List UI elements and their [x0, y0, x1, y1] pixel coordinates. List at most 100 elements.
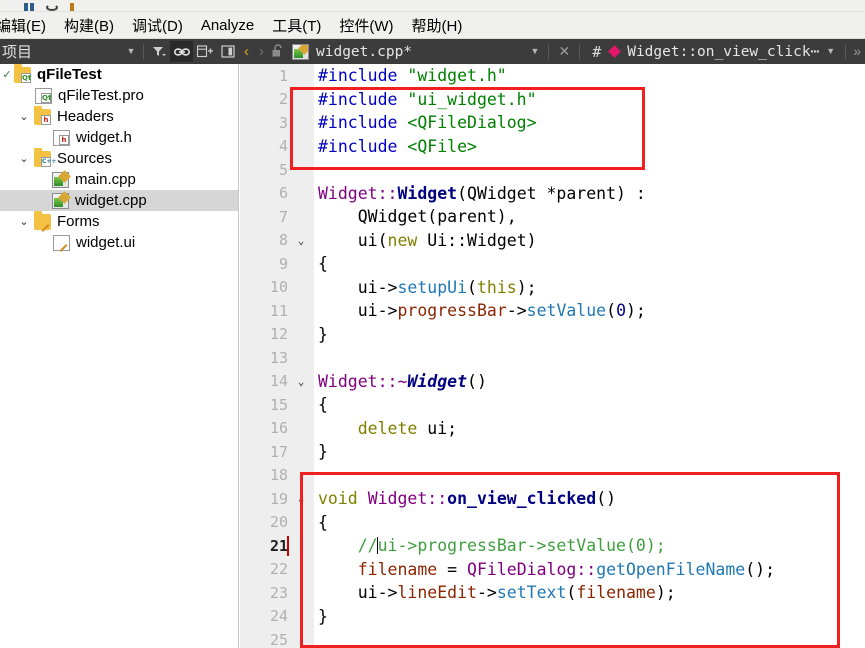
code-line[interactable]: 16 delete ui;	[240, 417, 865, 441]
code-line[interactable]: 12}	[240, 323, 865, 347]
tree-item-widget-h[interactable]: h widget.h	[0, 127, 238, 148]
navigate-forward-icon[interactable]: ›	[254, 39, 269, 64]
symbol-selector-label[interactable]: Widget::on_view_click⋯	[627, 44, 819, 60]
code-line[interactable]: 13	[240, 346, 865, 370]
code-line-text: #include <QFile>	[318, 136, 477, 156]
navigate-back-icon[interactable]: ‹	[239, 39, 254, 64]
pro-file-icon: Qt	[35, 87, 52, 104]
filter-icon[interactable]	[147, 41, 170, 62]
code-line[interactable]: 10 ui->setupUi(this);	[240, 276, 865, 300]
menu-analyze-label: Analyze	[200, 16, 255, 34]
code-line-text: Widget::~Widget()	[318, 371, 487, 391]
line-number: 16	[269, 419, 288, 438]
close-icon[interactable]: ✕	[552, 39, 576, 64]
code-line[interactable]: 21 //ui->progressBar->setValue(0);	[240, 534, 865, 558]
run-debug-icon[interactable]	[45, 2, 59, 11]
code-line[interactable]: 14 ⌄ Widget::~Widget()	[240, 370, 865, 394]
tree-item-widget-ui[interactable]: widget.ui	[0, 232, 238, 253]
menu-analyze[interactable]: Analyze	[192, 14, 263, 37]
code-line[interactable]: 6 Widget::Widget(QWidget *parent) :	[240, 182, 865, 206]
top-toolbar-strip	[0, 0, 865, 12]
tree-item-main-cpp-label: main.cpp	[75, 171, 136, 188]
cpp-file-icon	[52, 192, 69, 209]
line-column-icon[interactable]: #	[583, 43, 610, 61]
menu-widgets-label: 控件(W)	[339, 17, 394, 35]
code-line[interactable]: 23 ui->lineEdit->setText(filename);	[240, 581, 865, 605]
menu-help[interactable]: 帮助(H)	[403, 12, 472, 39]
line-number: 9	[278, 254, 288, 273]
code-line-text: QWidget(parent),	[318, 207, 517, 227]
code-line[interactable]: 20 {	[240, 511, 865, 535]
tree-item-project[interactable]: ✓ Qt qFileTest	[0, 64, 238, 85]
code-line[interactable]: 1 #include "widget.h"	[240, 64, 865, 88]
toolbar-overflow-icon[interactable]: »	[849, 39, 865, 64]
unlocked-icon[interactable]	[269, 42, 289, 62]
chevron-down-icon[interactable]: ⌄	[14, 110, 34, 123]
code-line[interactable]: 17}	[240, 440, 865, 464]
tree-item-pro-file[interactable]: Qt qFileTest.pro	[0, 85, 238, 106]
tree-item-forms[interactable]: ⌄ Forms	[0, 210, 238, 232]
file-tab-label[interactable]: widget.cpp*	[316, 44, 412, 60]
symbol-selector-chevron-down-icon[interactable]: ▼	[819, 39, 842, 64]
line-number: 11	[269, 301, 288, 320]
line-number: 13	[269, 348, 288, 367]
tree-item-main-cpp[interactable]: main.cpp	[0, 169, 238, 190]
tree-item-widget-ui-label: widget.ui	[76, 234, 136, 251]
code-line[interactable]: 18	[240, 464, 865, 488]
code-line[interactable]: 22 filename = QFileDialog::getOpenFileNa…	[240, 558, 865, 582]
tree-item-forms-label: Forms	[57, 213, 100, 230]
code-line[interactable]: 4 #include <QFile>	[240, 135, 865, 159]
code-line[interactable]: 7 QWidget(parent),	[240, 205, 865, 229]
toolbar-divider-2	[548, 44, 550, 59]
expand-all-icon[interactable]	[193, 41, 216, 62]
code-line[interactable]: 24}	[240, 605, 865, 629]
menu-debug[interactable]: 调试(D)	[123, 12, 192, 39]
code-line[interactable]: 8 ⌄ ui(new Ui::Widget)	[240, 229, 865, 253]
split-pane-icon[interactable]	[216, 41, 239, 62]
tree-item-widget-cpp[interactable]: widget.cpp	[0, 190, 238, 211]
code-line-text: #include <QFileDialog>	[318, 113, 537, 133]
fold-chevron-down-icon[interactable]: ⌄	[288, 492, 314, 505]
tree-item-sources[interactable]: ⌄ C++ Sources	[0, 147, 238, 169]
code-line[interactable]: 11 ui->progressBar->setValue(0);	[240, 299, 865, 323]
tree-item-headers[interactable]: ⌄ h Headers	[0, 105, 238, 127]
chevron-down-icon[interactable]: ⌄	[14, 215, 34, 228]
menu-tools[interactable]: 工具(T)	[263, 12, 330, 39]
code-line-text: filename = QFileDialog::getOpenFileName(…	[357, 559, 776, 579]
code-line[interactable]: 19 ⌄ void Widget::on_view_clicked()	[240, 487, 865, 511]
code-editor[interactable]: 1 #include "widget.h" 2 #include "ui_widget…	[240, 64, 865, 648]
menu-widgets[interactable]: 控件(W)	[330, 12, 402, 39]
project-selector-label[interactable]: 项目	[0, 41, 32, 62]
code-line[interactable]: 15 {	[240, 393, 865, 417]
code-text-area[interactable]: 1 #include "widget.h" 2 #include "ui_widget…	[240, 64, 865, 648]
project-pane-toolbar: 项目 ▼	[0, 39, 239, 64]
code-line[interactable]: 5	[240, 158, 865, 182]
line-number: 2	[278, 90, 288, 109]
project-selector-chevron-down-icon[interactable]: ▼	[122, 39, 140, 64]
code-line-text: {	[318, 254, 328, 274]
line-number: 1	[278, 66, 288, 85]
menu-build[interactable]: 构建(B)	[55, 12, 123, 39]
file-tab-chevron-down-icon[interactable]: ▼	[525, 39, 546, 64]
menu-edit[interactable]: 编辑(E)	[0, 12, 55, 39]
code-line-text: }	[318, 442, 328, 462]
code-line-text: void Widget::on_view_clicked()	[318, 489, 617, 509]
cpp-file-icon	[292, 43, 309, 60]
code-line[interactable]: 2 #include "ui_widget.h"	[240, 88, 865, 112]
code-line[interactable]: 25	[240, 628, 865, 648]
line-number: 15	[269, 395, 288, 414]
line-number: 21	[269, 536, 288, 555]
code-line[interactable]: 3 #include <QFileDialog>	[240, 111, 865, 135]
fold-chevron-down-icon[interactable]: ⌄	[288, 234, 314, 247]
tree-item-headers-label: Headers	[57, 108, 114, 125]
header-file-icon: h	[53, 129, 70, 146]
run-icon[interactable]	[68, 2, 82, 11]
code-line[interactable]: 9{	[240, 252, 865, 276]
build-icon[interactable]	[22, 2, 36, 11]
code-line-text: ui(new Ui::Widget)	[318, 230, 537, 250]
line-number: 25	[269, 630, 288, 648]
link-icon[interactable]	[170, 41, 193, 62]
chevron-down-icon[interactable]: ⌄	[14, 152, 34, 165]
fold-chevron-down-icon[interactable]: ⌄	[288, 375, 314, 388]
current-line-cursor-marker	[287, 536, 289, 556]
